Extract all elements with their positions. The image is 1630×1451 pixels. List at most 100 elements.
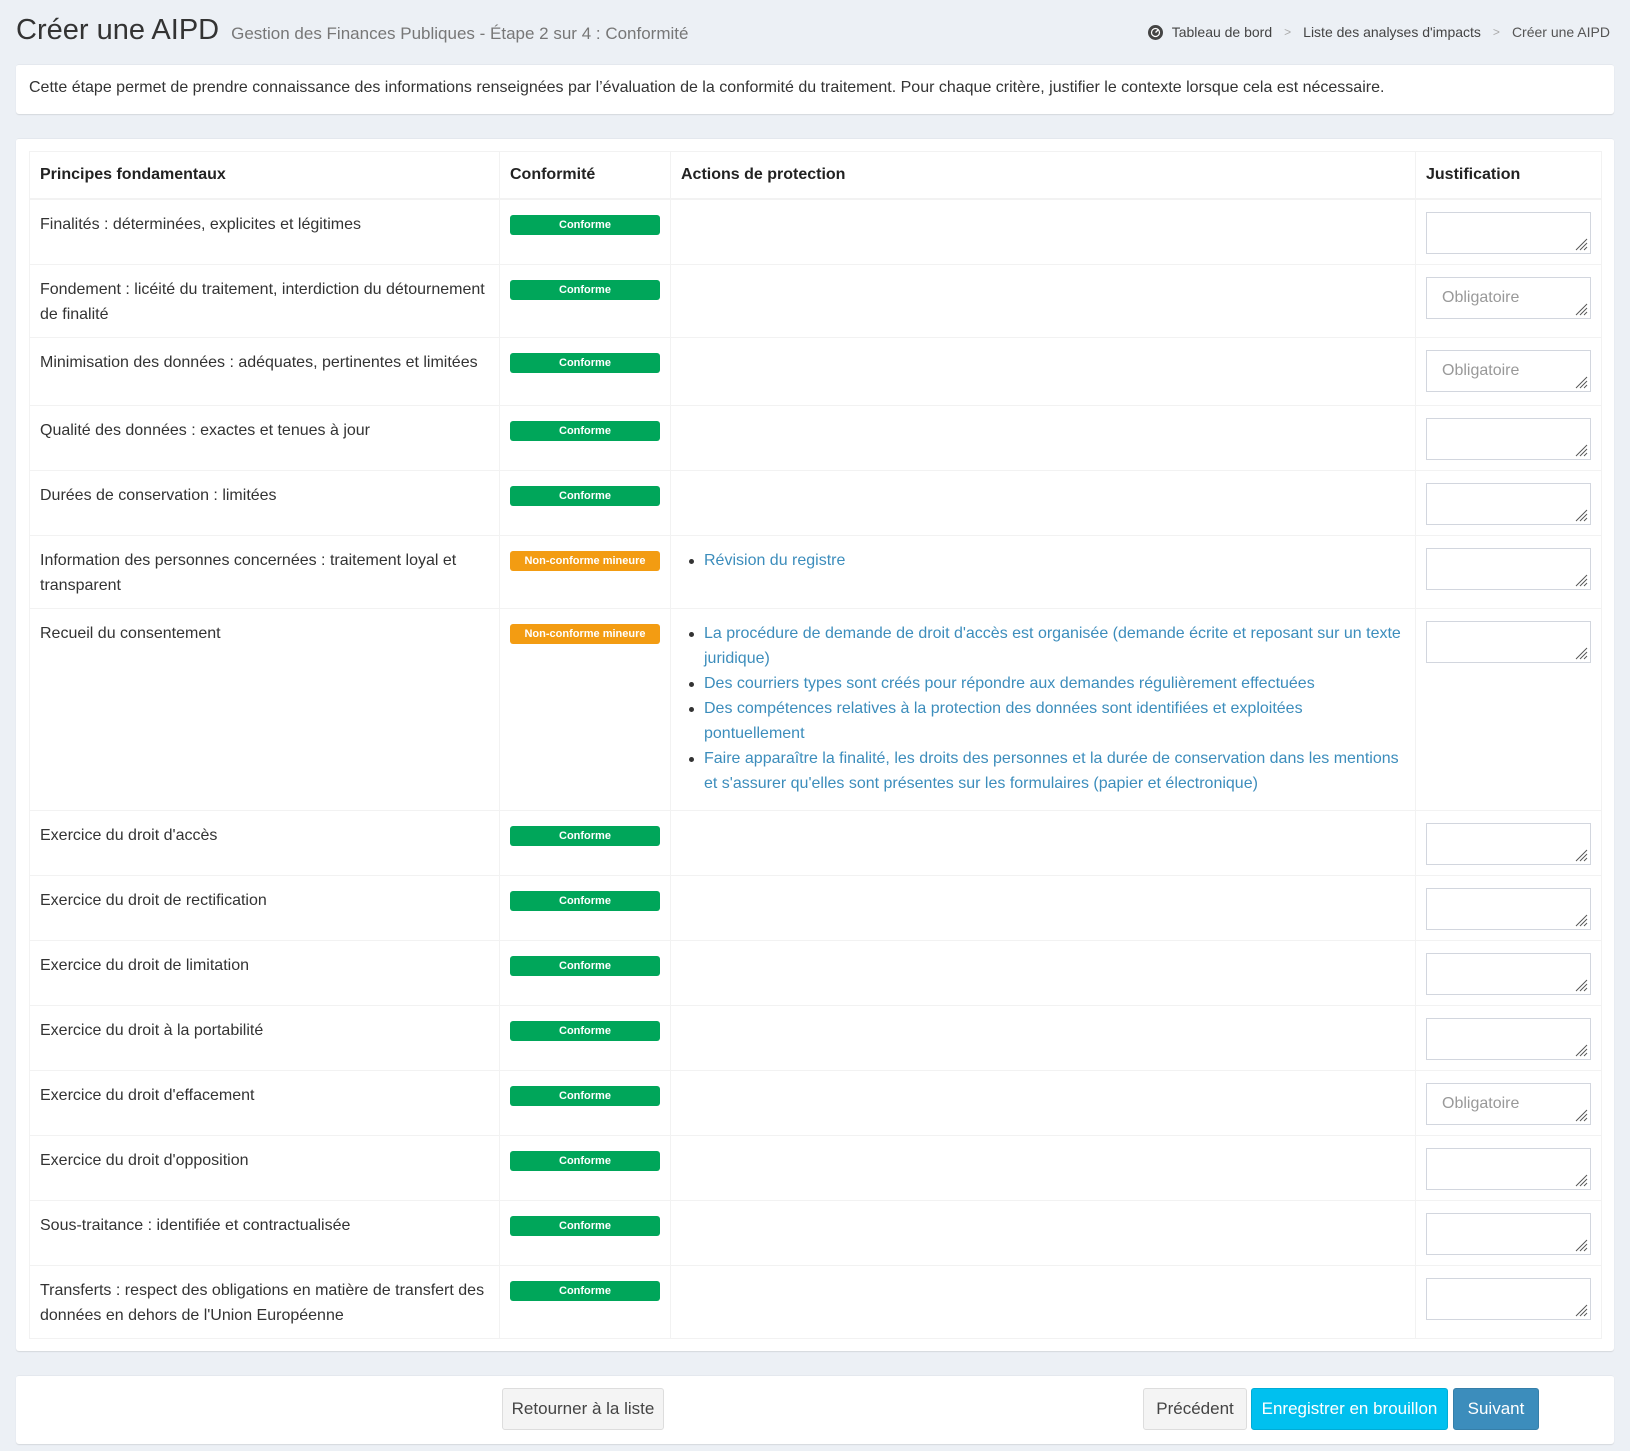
resize-grip-icon[interactable] — [1574, 573, 1588, 587]
justification-textarea[interactable] — [1426, 1212, 1591, 1255]
table-row: Durées de conservation : limitées Conform… — [29, 469, 1602, 536]
protection-action-link[interactable]: Faire apparaître la finalité, les droits… — [681, 746, 1405, 796]
resize-grip-icon[interactable] — [1574, 848, 1588, 862]
status-badge: Conforme — [510, 1020, 660, 1041]
principle-cell: Exercice du droit à la portabilité — [29, 1004, 500, 1071]
table-row: Recueil du consentement Non-conforme mine… — [29, 607, 1602, 811]
resize-grip-icon[interactable] — [1574, 1108, 1588, 1122]
conformity-cell: Conforme — [499, 874, 671, 941]
principle-cell: Exercice du droit de rectification — [29, 874, 500, 941]
justification-textarea[interactable] — [1426, 887, 1591, 930]
resize-grip-icon[interactable] — [1574, 978, 1588, 992]
table-row: Information des personnes concernées : t… — [29, 534, 1602, 609]
save-draft-button[interactable]: Enregistrer en brouillon — [1251, 1387, 1448, 1430]
protection-action-link[interactable]: Des courriers types sont créés pour répo… — [681, 671, 1405, 696]
principle-cell: Transferts : respect des obligations en … — [29, 1264, 500, 1339]
breadcrumb-separator: > — [1492, 25, 1500, 39]
justification-textarea[interactable] — [1426, 822, 1591, 865]
protection-action-link[interactable]: Des compétences relatives à la protectio… — [681, 696, 1405, 746]
status-badge: Conforme — [510, 279, 660, 300]
actions-cell — [670, 939, 1416, 1006]
conformity-cell: Conforme — [499, 1069, 671, 1136]
conformity-cell: Conforme — [499, 404, 671, 471]
conformity-cell: Conforme — [499, 263, 671, 338]
status-badge: Conforme — [510, 214, 660, 235]
conformity-cell: Conforme — [499, 939, 671, 1006]
principle-cell: Finalités : déterminées, explicites et l… — [29, 198, 500, 265]
resize-grip-icon[interactable] — [1574, 443, 1588, 457]
header-justification: Justification — [1415, 151, 1602, 200]
principle-cell: Exercice du droit de limitation — [29, 939, 500, 1006]
status-badge: Conforme — [510, 1215, 660, 1236]
justification-textarea[interactable] — [1426, 547, 1591, 590]
protection-action-link[interactable]: Révision du registre — [681, 548, 1405, 573]
justification-cell: Obligatoire — [1415, 1069, 1602, 1136]
resize-grip-icon[interactable] — [1574, 375, 1588, 389]
table-row: Exercice du droit d'accès Conforme — [29, 809, 1602, 876]
conformity-cell: Conforme — [499, 1199, 671, 1266]
justification-textarea[interactable] — [1426, 1147, 1591, 1190]
table-row: Exercice du droit d'opposition Conforme — [29, 1134, 1602, 1201]
actions-cell: La procédure de demande de droit d'accès… — [670, 607, 1416, 811]
justification-textarea[interactable] — [1426, 1017, 1591, 1060]
table-row: Fondement : licéité du traitement, inter… — [29, 263, 1602, 338]
header-conformity: Conformité — [499, 151, 671, 200]
justification-textarea[interactable]: Obligatoire — [1426, 1082, 1591, 1125]
principle-cell: Recueil du consentement — [29, 607, 500, 811]
table-row: Minimisation des données : adéquates, pe… — [29, 336, 1602, 406]
principle-cell: Fondement : licéité du traitement, inter… — [29, 263, 500, 338]
resize-grip-icon[interactable] — [1574, 508, 1588, 522]
breadcrumb-current: Créer une AIPD — [1511, 24, 1610, 40]
table-row: Exercice du droit d'effacement Conforme Ob… — [29, 1069, 1602, 1136]
status-badge: Non-conforme mineure — [510, 550, 660, 571]
breadcrumb-impact-list[interactable]: Liste des analyses d'impacts — [1303, 24, 1481, 40]
content-header: Créer une AIPD Gestion des Finances Publ… — [0, 0, 1630, 64]
resize-grip-icon[interactable] — [1574, 1173, 1588, 1187]
protection-action-link[interactable]: La procédure de demande de droit d'accès… — [681, 621, 1405, 671]
conformity-cell: Conforme — [499, 1264, 671, 1339]
resize-grip-icon[interactable] — [1574, 913, 1588, 927]
principle-cell: Minimisation des données : adéquates, pe… — [29, 336, 500, 406]
back-to-list-button[interactable]: Retourner à la liste — [502, 1387, 664, 1430]
actions-cell — [670, 1069, 1416, 1136]
actions-cell: Révision du registre — [670, 534, 1416, 609]
actions-list: Révision du registre — [681, 548, 1405, 573]
justification-textarea[interactable] — [1426, 211, 1591, 254]
actions-cell — [670, 1134, 1416, 1201]
resize-grip-icon[interactable] — [1574, 1043, 1588, 1057]
principle-cell: Exercice du droit d'effacement — [29, 1069, 500, 1136]
justification-cell — [1415, 1199, 1602, 1266]
status-badge: Non-conforme mineure — [510, 623, 660, 644]
justification-textarea[interactable] — [1426, 417, 1591, 460]
conformity-cell: Conforme — [499, 1134, 671, 1201]
conformity-cell: Non-conforme mineure — [499, 534, 671, 609]
resize-grip-icon[interactable] — [1574, 646, 1588, 660]
table-row: Exercice du droit à la portabilité Confor… — [29, 1004, 1602, 1071]
actions-cell — [670, 874, 1416, 941]
resize-grip-icon[interactable] — [1574, 1238, 1588, 1252]
justification-textarea[interactable] — [1426, 1277, 1591, 1320]
justification-textarea[interactable] — [1426, 952, 1591, 995]
conformity-cell: Conforme — [499, 336, 671, 406]
justification-cell — [1415, 1134, 1602, 1201]
previous-button[interactable]: Précédent — [1143, 1387, 1247, 1430]
actions-cell — [670, 198, 1416, 265]
actions-cell — [670, 1199, 1416, 1266]
next-button[interactable]: Suivant — [1453, 1387, 1539, 1430]
justification-textarea[interactable] — [1426, 482, 1591, 525]
actions-cell — [670, 404, 1416, 471]
principle-cell: Durées de conservation : limitées — [29, 469, 500, 536]
form-footer: Retourner à la liste Précédent Enregistr… — [16, 1374, 1614, 1444]
resize-grip-icon[interactable] — [1574, 237, 1588, 251]
justification-textarea[interactable]: Obligatoire — [1426, 276, 1591, 319]
justification-textarea[interactable]: Obligatoire — [1426, 349, 1591, 392]
actions-cell — [670, 809, 1416, 876]
table-header-row: Principes fondamentaux Conformité Action… — [29, 151, 1602, 200]
justification-cell: Obligatoire — [1415, 263, 1602, 338]
breadcrumb-dashboard[interactable]: Tableau de bord — [1172, 24, 1272, 40]
resize-grip-icon[interactable] — [1574, 302, 1588, 316]
resize-grip-icon[interactable] — [1574, 1303, 1588, 1317]
textarea-placeholder: Obligatoire — [1442, 1094, 1520, 1112]
justification-textarea[interactable] — [1426, 620, 1591, 663]
justification-cell — [1415, 607, 1602, 811]
